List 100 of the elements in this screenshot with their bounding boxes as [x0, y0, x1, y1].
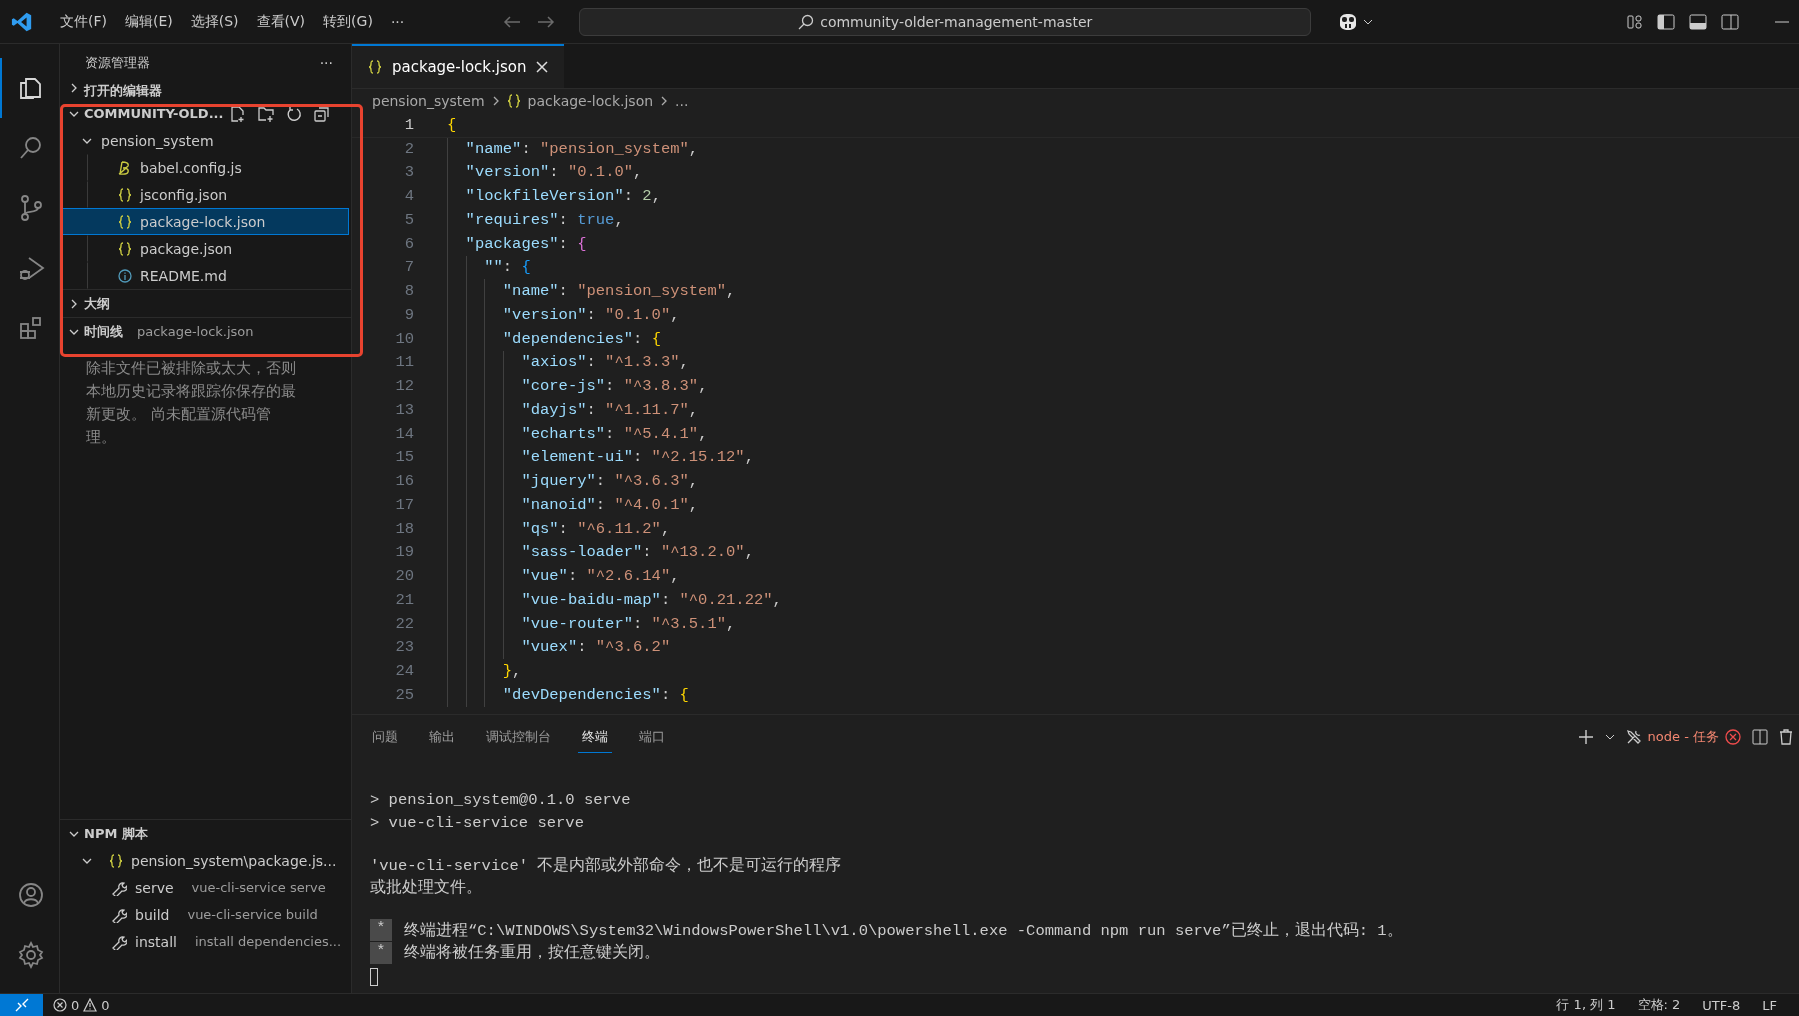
minimize-icon[interactable]: [1775, 20, 1789, 23]
code-line: "jquery": "^3.6.3",: [447, 469, 699, 493]
json-file-icon: [506, 94, 521, 108]
new-file-icon[interactable]: [229, 104, 247, 123]
panel-toggle-icon[interactable]: [1689, 13, 1707, 30]
line-number: 2: [403, 139, 414, 158]
code-line: "element-ui": "^2.15.12",: [447, 445, 754, 470]
line-number: 11: [394, 353, 414, 372]
line-number: 10: [394, 329, 414, 348]
folder-item[interactable]: pension_system: [60, 127, 351, 154]
menu-item[interactable]: ···: [381, 13, 414, 30]
status-item[interactable]: 空格: 2: [1637, 996, 1681, 1014]
code-line: "vue-baidu-map": "^0.21.22",: [447, 588, 782, 612]
terminal-line: > vue-cli-service serve: [370, 813, 584, 832]
breadcrumb-item[interactable]: package-lock.json: [527, 93, 654, 109]
chevron-down-icon[interactable]: [1604, 734, 1615, 740]
line-number: 15: [394, 448, 414, 467]
section-header[interactable]: 打开的编辑器: [60, 82, 351, 100]
terminal-line: 终端进程“C:\WINDOWS\System32\WindowsPowerShell\v1.0\powershell.exe -Command npm run serve”已终止，退出代码: 1。: [404, 920, 1403, 941]
chevron-right-icon: [491, 95, 500, 107]
split-layout-icon[interactable]: [1721, 13, 1739, 30]
back-arrow-icon[interactable]: [503, 14, 522, 29]
add-terminal-icon[interactable]: [1577, 729, 1594, 745]
layout-icon[interactable]: [1627, 13, 1643, 30]
trash-icon[interactable]: [1779, 729, 1793, 745]
line-number: 3: [403, 163, 414, 182]
section-header[interactable]: 大纲: [60, 289, 351, 317]
code-line: "dayjs": "^1.11.7",: [447, 398, 699, 422]
status-item[interactable]: 行 1, 列 1: [1556, 996, 1616, 1014]
more-actions-button[interactable]: ···: [319, 55, 333, 71]
code-line: "echarts": "^5.4.1",: [447, 421, 708, 446]
terminal-line: > pension_system@0.1.0 serve: [370, 791, 631, 810]
npm-script-item[interactable]: build vue-cli-service build: [60, 901, 351, 928]
code-line: "devDependencies": {: [447, 683, 689, 707]
line-number: 17: [394, 495, 414, 514]
line-number: 6: [403, 234, 414, 253]
sidebar-title: 资源管理器: [85, 54, 150, 72]
split-terminal-icon[interactable]: [1752, 729, 1768, 745]
chevron-right-icon: [660, 95, 669, 107]
file-item[interactable]: package-lock.json: [60, 208, 349, 235]
npm-script-item[interactable]: install install dependencies...: [60, 928, 351, 955]
file-item[interactable]: package.json: [87, 235, 351, 262]
wrench-icon: [111, 879, 127, 896]
code-line: },: [447, 659, 522, 683]
status-item[interactable]: LF: [1762, 997, 1777, 1013]
file-item[interactable]: README.md: [87, 262, 351, 289]
code-line: "version": "0.1.0",: [447, 303, 680, 327]
section-header[interactable]: NPM 脚本: [60, 819, 351, 847]
menu-item[interactable]: 选择(S): [181, 12, 248, 31]
terminal-task-selector[interactable]: node - 任务: [1625, 728, 1741, 746]
section-header[interactable]: COMMUNITY-OLD...: [60, 100, 351, 127]
info-file-icon: [118, 268, 132, 283]
status-item[interactable]: UTF-8: [1702, 997, 1741, 1013]
json-file-icon: [109, 853, 123, 868]
line-number: 20: [394, 567, 414, 586]
panel-tab[interactable]: 端口: [635, 721, 669, 753]
collapse-all-icon[interactable]: [313, 104, 331, 123]
code-line: "name": "pension_system",: [447, 279, 736, 303]
line-number: 7: [403, 258, 414, 277]
line-number: 5: [403, 210, 414, 229]
code-line: "dependencies": {: [447, 326, 661, 351]
code-line: "requires": true,: [447, 208, 624, 232]
close-icon[interactable]: [536, 61, 549, 73]
refresh-icon[interactable]: [285, 104, 303, 123]
problems-status[interactable]: 0 0: [53, 997, 110, 1013]
file-item[interactable]: babel.config.js: [87, 154, 351, 181]
menu-item[interactable]: 转到(G): [314, 12, 382, 31]
npm-script-item[interactable]: serve vue-cli-service serve: [60, 874, 351, 901]
line-number: 22: [394, 614, 414, 633]
line-number: 13: [394, 400, 414, 419]
chevron-down-icon[interactable]: [1363, 18, 1374, 25]
breadcrumb-item[interactable]: pension_system: [372, 93, 485, 109]
line-number: 24: [394, 662, 414, 681]
remote-icon: [13, 998, 30, 1012]
panel-tab[interactable]: 输出: [425, 721, 459, 753]
code-line: "axios": "^1.3.3",: [447, 350, 689, 375]
package-item[interactable]: pension_system\package.js...: [60, 847, 351, 874]
section-header[interactable]: 时间线 package-lock.json: [60, 317, 351, 345]
code-line: "version": "0.1.0",: [447, 160, 643, 185]
new-folder-icon[interactable]: [257, 104, 275, 123]
menu-item[interactable]: 编辑(E): [116, 12, 182, 31]
menu-item[interactable]: 文件(F): [51, 12, 116, 31]
code-line: "qs": "^6.11.2",: [447, 516, 671, 541]
code-line: "vue": "^2.6.14",: [447, 564, 680, 588]
panel-tab[interactable]: 问题: [368, 721, 402, 753]
line-number: 14: [394, 424, 414, 443]
error-icon: [1725, 729, 1741, 745]
line-number: 16: [394, 472, 414, 491]
command-center-search[interactable]: community-older-management-master: [579, 7, 1312, 36]
menu-item[interactable]: 查看(V): [247, 12, 315, 31]
panel-tab[interactable]: 终端: [578, 721, 612, 753]
sidebar-toggle-icon[interactable]: [1657, 13, 1675, 30]
app-logo-icon: [11, 10, 33, 33]
forward-arrow-icon[interactable]: [537, 14, 556, 29]
breadcrumb-item[interactable]: ...: [675, 93, 689, 109]
line-number: 18: [394, 519, 414, 538]
editor-tab[interactable]: package-lock.json: [352, 44, 565, 88]
line-number: 9: [403, 305, 414, 324]
panel-tab[interactable]: 调试控制台: [482, 721, 555, 753]
line-number: 23: [394, 638, 414, 657]
